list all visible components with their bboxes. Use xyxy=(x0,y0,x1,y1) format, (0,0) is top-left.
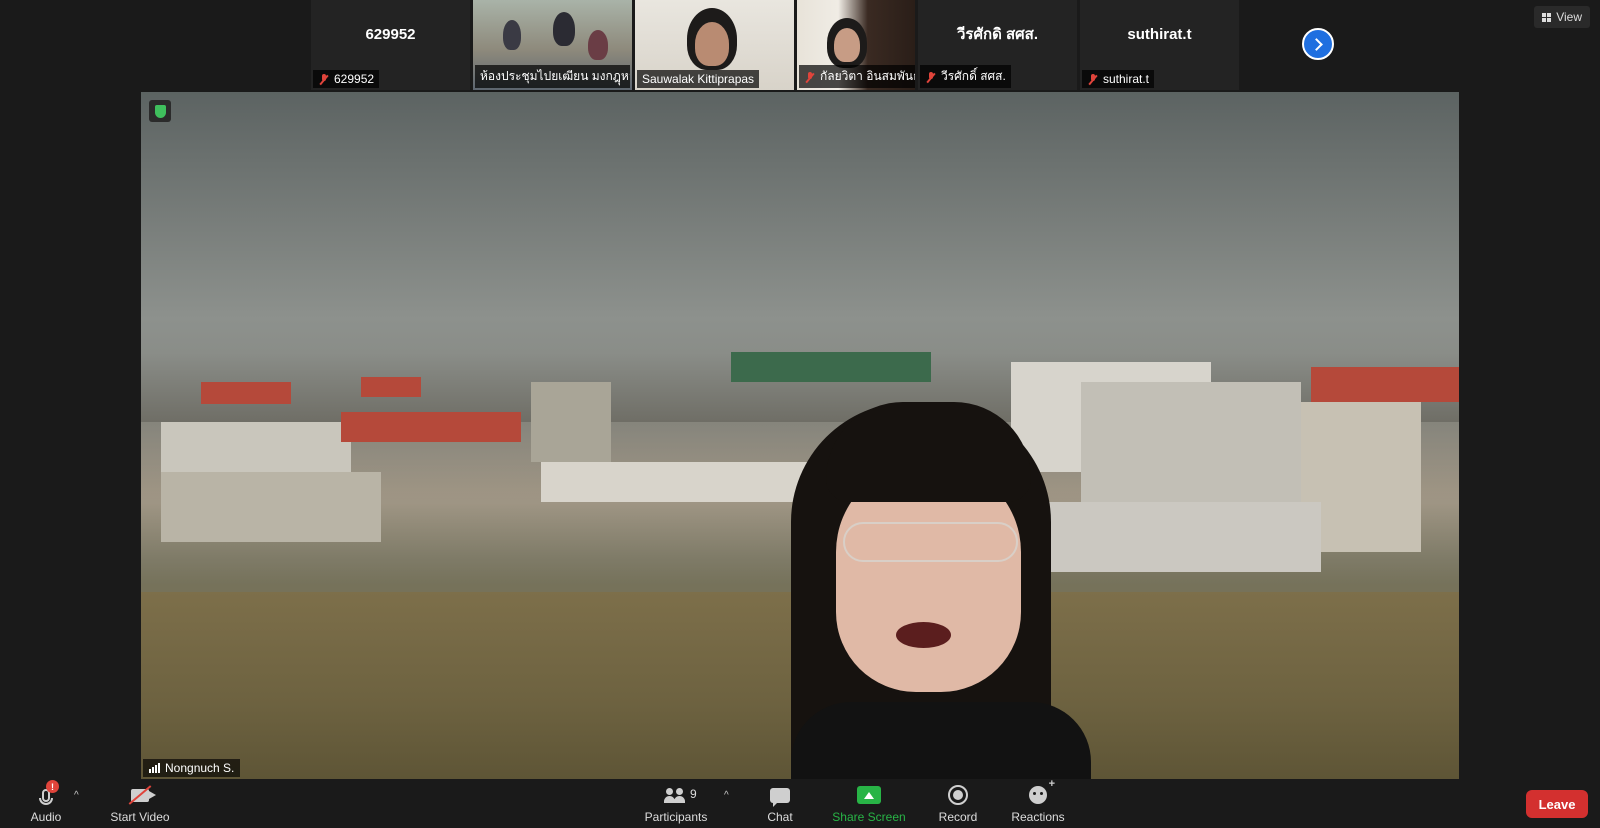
start-video-label: Start Video xyxy=(110,810,170,824)
leave-button[interactable]: Leave xyxy=(1526,790,1588,818)
mic-muted-icon xyxy=(1087,73,1099,85)
chat-button[interactable]: Chat xyxy=(760,780,800,828)
background-roof xyxy=(201,382,291,404)
record-button[interactable]: Record xyxy=(937,780,979,828)
participants-label: Participants xyxy=(644,810,708,824)
participant-caption-text: กัลยวิตา อินสมพันธ์ xyxy=(820,69,915,83)
participant-caption: วีรศักดิ์ สศส. xyxy=(920,65,1011,88)
background-roof xyxy=(341,412,521,442)
participant-caption-text: 629952 xyxy=(334,72,375,86)
participant-name-large: วีรศักดิ สศส. xyxy=(957,26,1038,43)
background-roof xyxy=(361,377,421,397)
speaker-figure xyxy=(791,402,1091,779)
reactions-label: Reactions xyxy=(1011,810,1065,824)
participant-tile[interactable]: ห้องประชุมไปยเฒียน มงกฎุหอ... xyxy=(473,0,632,90)
video-face xyxy=(695,22,729,66)
participant-caption-text: วีรศักดิ์ สศส. xyxy=(941,69,1006,83)
speaker-name: Nongnuch S. xyxy=(165,761,235,775)
encryption-shield-icon[interactable] xyxy=(149,100,171,122)
participants-button[interactable]: 9 Participants xyxy=(643,780,709,828)
participants-options-caret[interactable]: ^ xyxy=(724,790,729,801)
grid-icon xyxy=(1542,12,1552,22)
participant-tile[interactable]: Sauwalak Kittiprapas xyxy=(635,0,794,90)
chat-icon xyxy=(770,787,790,807)
participant-caption: 629952 xyxy=(313,70,380,88)
background-building xyxy=(161,472,381,542)
background-roof xyxy=(731,352,931,382)
view-button[interactable]: View xyxy=(1534,6,1590,28)
speaker-name-tag: Nongnuch S. xyxy=(143,759,241,777)
record-icon xyxy=(948,785,968,805)
participant-caption: ห้องประชุมไปยเฒียน มงกฎุหอ... xyxy=(475,65,630,88)
next-page-button[interactable] xyxy=(1302,28,1334,60)
background-building xyxy=(541,462,821,502)
reactions-button[interactable]: Reactions xyxy=(1010,778,1066,828)
participant-caption: suthirat.t xyxy=(1082,70,1155,88)
background-building xyxy=(531,382,611,462)
share-screen-icon xyxy=(857,786,881,804)
signal-strength-icon xyxy=(149,763,160,773)
glasses xyxy=(843,522,1018,562)
participant-tile[interactable]: 629952 629952 xyxy=(311,0,470,90)
active-speaker-video[interactable]: Nongnuch S. xyxy=(141,92,1459,779)
participant-caption-text: suthirat.t xyxy=(1103,72,1150,86)
participant-name-large: 629952 xyxy=(365,25,416,43)
chat-label: Chat xyxy=(767,810,793,824)
video-figure xyxy=(503,20,521,50)
record-label: Record xyxy=(938,810,978,824)
participant-caption: กัลยวิตา อินสมพันธ์ xyxy=(799,65,915,88)
participant-caption-text: Sauwalak Kittiprapas xyxy=(642,72,755,86)
reactions-icon xyxy=(1029,778,1055,804)
start-video-button[interactable]: Start Video xyxy=(108,780,172,828)
mic-muted-icon xyxy=(318,73,330,85)
share-screen-button[interactable]: Share Screen xyxy=(832,780,906,828)
participant-strip: 629952 629952 ห้องประชุมไปยเฒียน มงกฎุหอ… xyxy=(311,0,1239,90)
mic-muted-icon xyxy=(925,71,937,83)
meeting-toolbar: ! Audio ^ Start Video 9 Participants ^ C… xyxy=(0,778,1600,828)
participant-tile[interactable]: suthirat.t suthirat.t xyxy=(1080,0,1239,90)
view-label: View xyxy=(1556,10,1582,24)
participants-icon xyxy=(664,787,688,803)
participants-count: 9 xyxy=(690,787,697,801)
audio-button[interactable]: ! Audio xyxy=(28,780,64,828)
participant-name-large: suthirat.t xyxy=(1127,25,1192,43)
participant-tile[interactable]: วีรศักดิ สศส. วีรศักดิ์ สศส. xyxy=(918,0,1077,90)
audio-options-caret[interactable]: ^ xyxy=(74,790,79,801)
video-figure xyxy=(588,30,608,60)
mic-muted-icon xyxy=(804,71,816,83)
background-roof xyxy=(1311,367,1459,402)
participant-caption-text: ห้องประชุมไปยเฒียน มงกฎุหอ... xyxy=(480,69,630,83)
audio-warning-badge: ! xyxy=(46,780,59,793)
video-face xyxy=(834,28,860,62)
video-figure xyxy=(553,12,575,46)
chevron-right-icon xyxy=(1310,37,1323,51)
share-screen-label: Share Screen xyxy=(832,810,906,824)
audio-label: Audio xyxy=(30,810,62,824)
participant-tile[interactable]: กัลยวิตา อินสมพันธ์ xyxy=(797,0,915,90)
participant-caption: Sauwalak Kittiprapas xyxy=(637,70,760,88)
background-building xyxy=(1081,382,1301,502)
